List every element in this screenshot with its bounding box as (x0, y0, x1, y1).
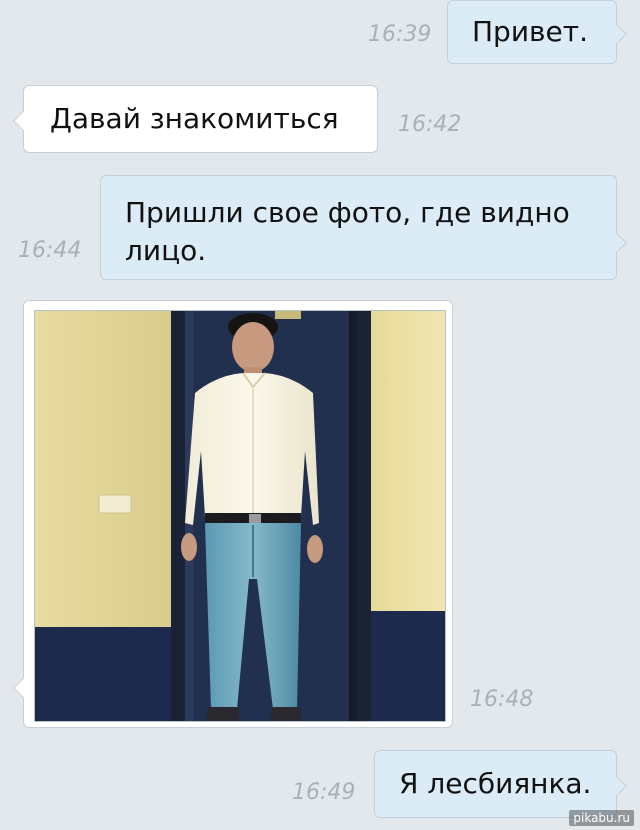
incoming-photo-message[interactable] (13, 300, 453, 728)
chat-thread: Привет. 16:39 Давай знакомиться 16:42 Пр… (0, 0, 640, 830)
outgoing-message[interactable]: Пришли свое фото, где видно лицо. (100, 175, 627, 280)
watermark: pikabu.ru (569, 810, 634, 826)
outgoing-message[interactable]: Привет. (447, 0, 627, 64)
message-timestamp: 16:42 (398, 112, 462, 137)
bubble-tail (13, 111, 33, 131)
bubble-tail (607, 24, 627, 44)
bubble-tail (607, 776, 627, 796)
message-text: Я лесбиянка. (399, 767, 592, 800)
message-timestamp: 16:44 (18, 238, 82, 263)
photo-attachment[interactable] (34, 310, 446, 722)
message-timestamp: 16:49 (292, 780, 356, 805)
incoming-message[interactable]: Давай знакомиться (13, 85, 378, 153)
outgoing-message[interactable]: Я лесбиянка. (374, 750, 627, 818)
bubble-tail (13, 678, 33, 698)
message-text: Давай знакомиться (50, 102, 339, 135)
bubble-tail (607, 233, 627, 253)
message-text: Пришли свое фото, где видно лицо. (125, 196, 570, 267)
message-timestamp: 16:39 (368, 22, 432, 47)
man-standing-in-doorway-photo (35, 311, 445, 721)
message-text: Привет. (472, 15, 588, 48)
message-timestamp: 16:48 (470, 687, 534, 712)
